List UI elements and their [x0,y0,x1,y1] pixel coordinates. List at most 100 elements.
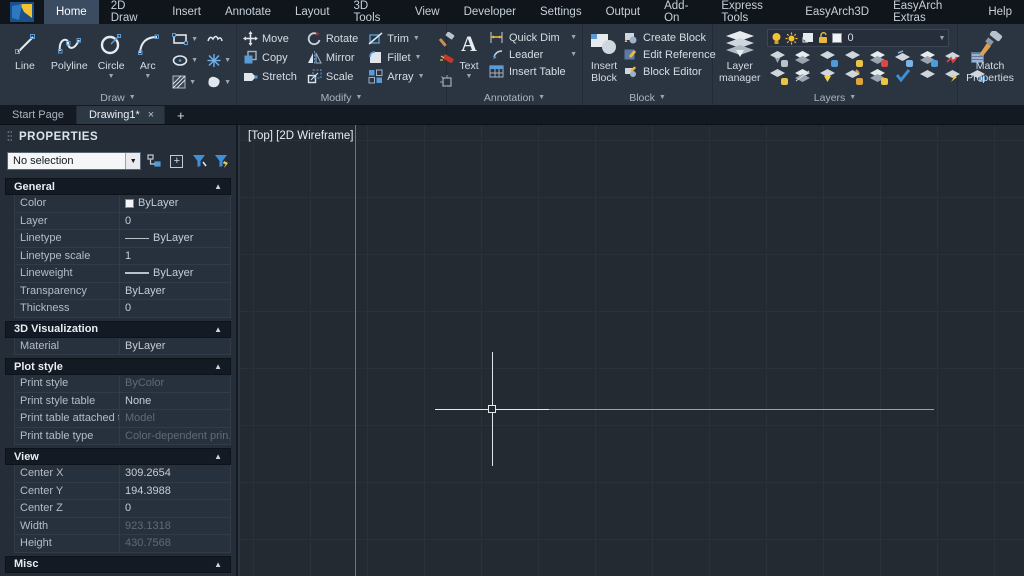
menu-item-developer[interactable]: Developer [452,0,528,24]
close-tab-icon[interactable]: × [148,109,154,121]
collapse-icon[interactable]: ▲ [214,452,222,461]
fillet-button[interactable]: Fillet ▼ [368,50,424,65]
ellipse-icon[interactable]: ▼ [172,53,198,68]
section-header[interactable]: General▲ [5,178,231,195]
point-style-icon[interactable]: ▼ [206,53,231,68]
layers-panel-label[interactable]: Layers ▼ [713,90,957,105]
viewport-controls-label[interactable]: [Top] [2D Wireframe] [248,130,353,142]
circle-button[interactable]: Circle ▼ [95,29,128,90]
toggle-pickadd-icon[interactable] [190,152,208,170]
chevron-down-icon[interactable]: ▼ [125,153,140,169]
property-row-thickness[interactable]: Thickness0 [14,300,231,318]
drag-grip-icon[interactable] [7,130,12,143]
select-objects-icon[interactable]: + [168,152,186,170]
property-row-color[interactable]: ColorByLayer [14,195,231,213]
leader-button[interactable]: Leader ▼ [489,48,577,61]
layer-change-icon[interactable] [869,68,886,83]
menu-item-3d-tools[interactable]: 3D Tools [342,0,403,24]
section-header[interactable]: Misc▲ [5,556,231,573]
block-panel-label[interactable]: Block ▼ [583,90,712,105]
layer-copy-icon[interactable] [919,50,936,65]
create-block-button[interactable]: Create Block [623,31,716,44]
property-row-linetype-scale[interactable]: Linetype scale1 [14,248,231,266]
quick-select-icon[interactable] [145,152,163,170]
property-row-width[interactable]: Width923.1318 [14,518,231,536]
modify-panel-label[interactable]: Modify ▼ [237,90,446,105]
selection-dropdown[interactable]: No selection ▼ [7,152,141,170]
insert-table-button[interactable]: Insert Table [489,65,577,78]
copy-button[interactable]: Copy [243,50,297,65]
layer-match-icon[interactable] [844,68,861,83]
tab-start-page[interactable]: Start Page [0,106,77,124]
menu-item-layout[interactable]: Layout [283,0,342,24]
layer-freeze-icon[interactable] [819,50,836,65]
layer-previous-icon[interactable] [894,50,911,65]
line-button[interactable]: Line [6,29,44,90]
layer-walk-icon[interactable] [919,68,936,83]
property-row-transparency[interactable]: TransparencyByLayer [14,283,231,301]
trim-button[interactable]: Trim ▼ [368,31,424,46]
array-button[interactable]: Array ▼ [368,69,424,84]
quick-dim-button[interactable]: Quick Dim ▼ [489,31,577,44]
app-logo-icon[interactable] [10,2,34,22]
menu-item-add-on[interactable]: Add-On [652,0,709,24]
match-properties-button[interactable]: Match Properties [964,29,1016,90]
layer-unlock-icon[interactable] [819,68,836,83]
text-button[interactable]: A Text ▼ [453,29,485,90]
draw-panel-label[interactable]: Draw ▼ [0,90,236,105]
mirror-button[interactable]: Mirror [307,50,358,65]
property-row-center-z[interactable]: Center Z0 [14,500,231,518]
drawing-canvas[interactable]: [Top] [2D Wireframe] [240,125,1024,576]
property-row-center-y[interactable]: Center Y194.3988 [14,483,231,501]
rectangle-icon[interactable]: ▼ [172,32,198,46]
property-row-layer[interactable]: Layer0 [14,213,231,231]
layer-lock-icon[interactable] [844,50,861,65]
property-row-lineweight[interactable]: LineweightByLayer [14,265,231,283]
layer-thaw-icon[interactable] [794,68,811,83]
menu-item-output[interactable]: Output [594,0,653,24]
revision-cloud-icon[interactable] [206,32,231,46]
layer-combobox[interactable]: 0 ▼ [767,29,949,47]
layer-manager-button[interactable]: Layer manager [719,29,760,90]
new-tab-button[interactable]: + [165,106,197,124]
property-row-center-x[interactable]: Center X309.2654 [14,465,231,483]
layer-off-icon[interactable] [794,50,811,65]
property-row-print-table-attached[interactable]: Print table attached toModel [14,410,231,428]
section-header[interactable]: View▲ [5,448,231,465]
collapse-icon[interactable]: ▲ [214,560,222,569]
menu-item-easyarch-extras[interactable]: EasyArch Extras [881,0,976,24]
property-row-height[interactable]: Height430.7568 [14,535,231,553]
property-row-print-style-table[interactable]: Print style tableNone [14,393,231,411]
edit-reference-button[interactable]: Edit Reference [623,48,716,61]
menu-item-2d-draw[interactable]: 2D Draw [99,0,161,24]
menu-item-annotate[interactable]: Annotate [213,0,283,24]
hatch-icon[interactable]: ▼ [172,75,198,89]
move-button[interactable]: Move [243,31,297,46]
collapse-icon[interactable]: ▲ [214,362,222,371]
property-row-print-table-type[interactable]: Print table typeColor-dependent prin... [14,428,231,446]
stretch-button[interactable]: Stretch [243,69,297,84]
insert-block-button[interactable]: Insert Block [589,29,619,90]
menu-item-view[interactable]: View [403,0,452,24]
arc-button[interactable]: Arc ▼ [131,29,164,90]
layer-on-icon[interactable] [769,68,786,83]
tab-drawing1[interactable]: Drawing1* × [77,106,165,124]
layer-isolate-icon[interactable] [769,50,786,65]
property-row-print-style[interactable]: Print styleByColor [14,375,231,393]
layer-current-icon[interactable] [894,68,911,83]
boundary-icon[interactable]: ▼ [206,75,231,89]
section-header[interactable]: 3D Visualization▲ [5,321,231,338]
property-row-material[interactable]: MaterialByLayer [14,338,231,356]
menu-item-help[interactable]: Help [976,0,1024,24]
layer-on-all-icon[interactable] [869,50,886,65]
property-row-linetype[interactable]: LinetypeByLayer [14,230,231,248]
polyline-button[interactable]: Polyline [48,29,91,90]
menu-item-easyarch3d[interactable]: EasyArch3D [793,0,881,24]
collapse-icon[interactable]: ▲ [214,182,222,191]
scale-button[interactable]: Scale [307,69,358,84]
block-editor-button[interactable]: Block Editor [623,65,716,78]
annotation-panel-label[interactable]: Annotation ▼ [447,90,582,105]
menu-item-express-tools[interactable]: Express Tools [709,0,793,24]
menu-item-insert[interactable]: Insert [160,0,213,24]
filter-icon[interactable] [213,152,231,170]
